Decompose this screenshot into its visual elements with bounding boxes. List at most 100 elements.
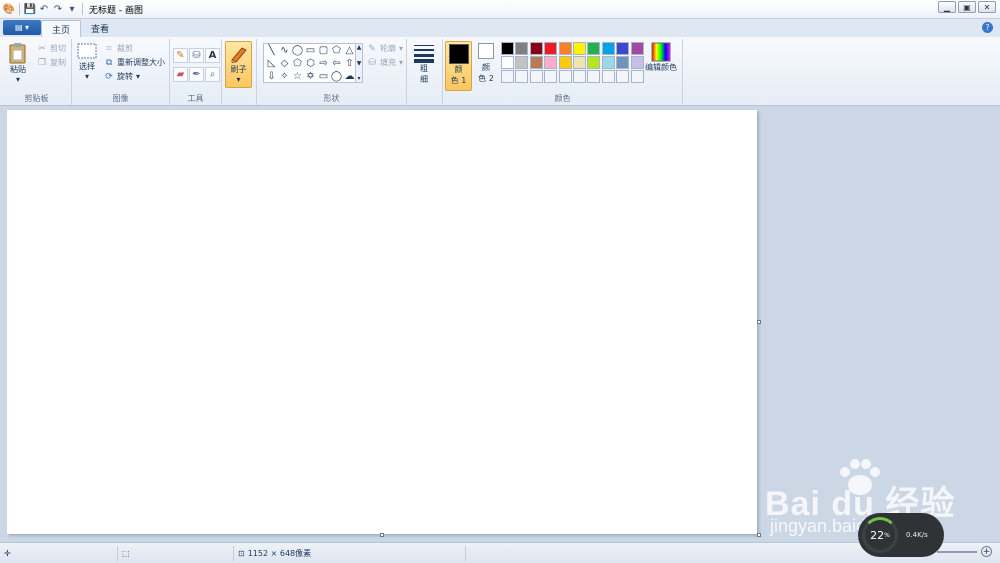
custom-color-slot[interactable] (501, 70, 514, 83)
color-swatch[interactable] (616, 56, 630, 69)
oval-callout-shape-icon[interactable]: ◯ (331, 71, 342, 82)
zoom-slider[interactable] (937, 550, 977, 553)
size-button[interactable]: 粗 细 (413, 43, 435, 85)
color-swatch[interactable] (529, 56, 543, 69)
custom-color-slot[interactable] (630, 70, 644, 83)
select-button[interactable]: 选择 ▾ (77, 43, 97, 81)
custom-color-slot[interactable] (573, 70, 586, 83)
copy-button[interactable]: ❐ 复制 (37, 57, 66, 68)
pencil-icon[interactable]: ✎ (173, 48, 188, 63)
six-point-star-shape-icon[interactable]: ✡ (305, 71, 316, 82)
resize-handle-bottom[interactable] (380, 533, 384, 537)
right-arrow-shape-icon[interactable]: ⇨ (318, 58, 329, 69)
color-swatch[interactable] (587, 56, 601, 69)
custom-color-slot[interactable] (616, 70, 630, 83)
text-icon[interactable]: A (205, 48, 220, 63)
paint-menu-button[interactable]: ▤ ▾ (3, 20, 41, 35)
scroll-down-icon[interactable]: ▼ (357, 60, 362, 67)
paste-button[interactable]: 粘贴 ▾ (8, 42, 28, 84)
resize-handle-right[interactable] (757, 320, 761, 324)
oval-shape-icon[interactable]: ◯ (292, 45, 303, 56)
color-swatch[interactable] (601, 42, 615, 55)
brushes-button[interactable]: 刷子 ▾ (225, 41, 252, 88)
maximize-button[interactable]: ▣ (958, 1, 976, 13)
color2-button[interactable]: 颜 色 2 (475, 43, 497, 84)
resize-button[interactable]: ⧉ 重新调整大小 (104, 57, 165, 68)
color-swatch[interactable] (501, 42, 514, 55)
color-swatch[interactable] (558, 42, 572, 55)
triangle-shape-icon[interactable]: △ (344, 45, 355, 56)
color-swatch[interactable] (601, 56, 615, 69)
down-arrow-shape-icon[interactable]: ⇩ (266, 71, 277, 82)
color-swatch[interactable] (616, 42, 630, 55)
edit-colors-button[interactable]: 编辑颜色 (645, 42, 677, 73)
cut-button[interactable]: ✂ 剪切 (37, 43, 66, 54)
help-icon[interactable]: ? (982, 22, 993, 33)
shapes-scrollbar[interactable]: ▲ ▼ ▾ (355, 43, 363, 83)
redo-icon[interactable]: ↷ (52, 3, 64, 15)
close-button[interactable]: ✕ (978, 1, 996, 13)
customize-toolbar-icon[interactable]: ▾ (66, 3, 78, 15)
chevron-down-icon: ▾ (399, 44, 404, 53)
rectangle-shape-icon[interactable]: ▭ (305, 45, 316, 56)
resize-handle-corner[interactable] (757, 533, 761, 537)
paint-app-icon[interactable]: 🎨 (3, 3, 15, 15)
custom-color-slot[interactable] (601, 70, 615, 83)
expand-gallery-icon[interactable]: ▾ (357, 75, 360, 82)
color-swatch[interactable] (501, 56, 514, 69)
color-swatch[interactable] (544, 56, 558, 69)
left-arrow-shape-icon[interactable]: ⇦ (331, 58, 342, 69)
cloud-callout-shape-icon[interactable]: ☁ (344, 71, 355, 82)
outline-label: 轮廓 (380, 44, 396, 53)
tab-view[interactable]: 查看 (81, 20, 119, 37)
crop-button[interactable]: ⌗ 裁剪 (104, 43, 133, 54)
magnifier-icon[interactable]: ⌕ (205, 67, 220, 82)
color-swatch[interactable] (529, 42, 543, 55)
curve-shape-icon[interactable]: ∿ (279, 45, 290, 56)
save-icon[interactable]: 💾 (24, 3, 36, 15)
up-arrow-shape-icon[interactable]: ⇧ (344, 58, 355, 69)
pentagon-shape-icon[interactable]: ⬠ (292, 58, 303, 69)
polygon-shape-icon[interactable]: ⬠ (331, 45, 342, 56)
outline-button[interactable]: ✎ 轮廓 ▾ (367, 43, 403, 54)
custom-color-slot[interactable] (515, 70, 529, 83)
custom-color-slot[interactable] (558, 70, 572, 83)
fill-button[interactable]: ⛁ 填充 ▾ (367, 57, 403, 68)
tab-home[interactable]: 主页 (41, 20, 82, 37)
custom-color-slot[interactable] (544, 70, 558, 83)
chevron-down-icon: ▾ (136, 72, 141, 81)
rounded-rectangle-shape-icon[interactable]: ▢ (318, 45, 329, 56)
drawing-canvas[interactable] (7, 110, 757, 534)
custom-color-slot[interactable] (587, 70, 601, 83)
rotate-button[interactable]: ⟳ 旋转 ▾ (104, 71, 140, 82)
eraser-icon[interactable]: ▰ (173, 67, 188, 82)
custom-color-slot[interactable] (529, 70, 543, 83)
undo-icon[interactable]: ↶ (38, 3, 50, 15)
color-swatch[interactable] (515, 42, 529, 55)
color1-swatch (448, 44, 469, 64)
fill-bucket-icon[interactable]: ⛁ (189, 48, 204, 63)
color-swatch[interactable] (573, 56, 586, 69)
hexagon-shape-icon[interactable]: ⬡ (305, 58, 316, 69)
zoom-in-icon[interactable]: + (981, 546, 992, 557)
color-picker-icon[interactable]: ✒ (189, 67, 204, 82)
diamond-shape-icon[interactable]: ◇ (279, 58, 290, 69)
color-swatch[interactable] (630, 42, 644, 55)
color-swatch[interactable] (573, 42, 586, 55)
color-swatch[interactable] (587, 42, 601, 55)
minimize-button[interactable]: ▁ (938, 1, 956, 13)
scroll-up-icon[interactable]: ▲ (357, 44, 362, 51)
color-swatch[interactable] (558, 56, 572, 69)
right-triangle-shape-icon[interactable]: ◺ (266, 58, 277, 69)
rounded-callout-shape-icon[interactable]: ▭ (318, 71, 329, 82)
four-point-star-shape-icon[interactable]: ✧ (279, 71, 290, 82)
color-swatch[interactable] (515, 56, 529, 69)
network-speed-widget[interactable]: 22% 0.4K/s (858, 513, 944, 557)
tools-row-2: ▰ ✒ ⌕ (173, 67, 220, 82)
color1-button[interactable]: 颜 色 1 (445, 41, 472, 91)
line-shape-icon[interactable]: ╲ (266, 45, 277, 56)
color-swatch[interactable] (630, 56, 644, 69)
color-swatch[interactable] (544, 42, 558, 55)
shapes-group: ╲ ∿ ◯ ▭ ▢ ⬠ △ ◺ ◇ ⬠ ⬡ ⇨ ⇦ ⇧ ⇩ ✧ ☆ ✡ ▭ ◯ … (257, 39, 407, 105)
five-point-star-shape-icon[interactable]: ☆ (292, 71, 303, 82)
